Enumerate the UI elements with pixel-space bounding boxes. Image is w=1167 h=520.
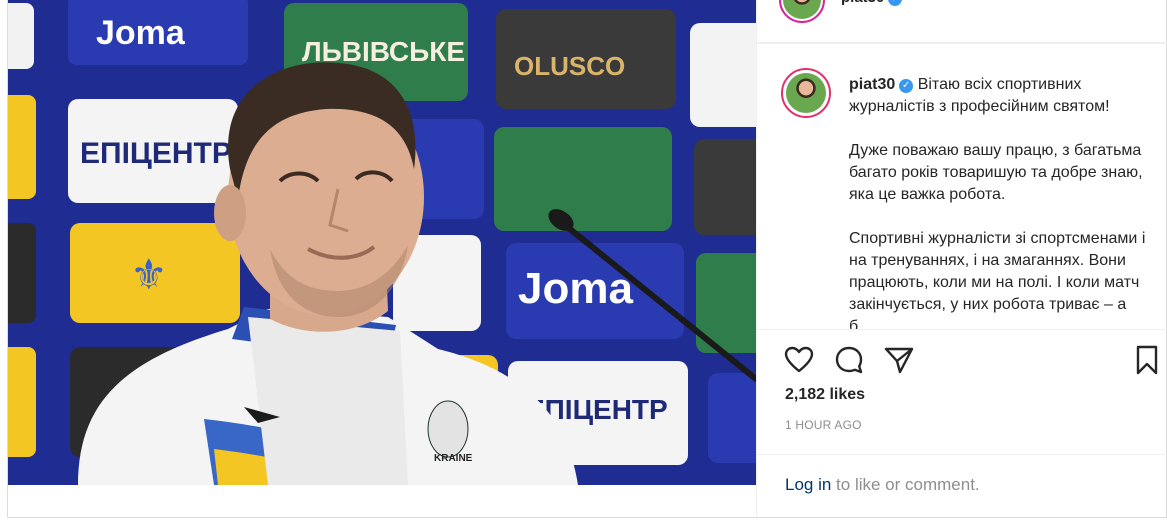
post-header: piat30 ✓ [757,0,1167,43]
share-icon[interactable] [883,344,915,376]
instagram-post: Joma ЛЬВІВСЬКЕ OLUSCO ЕПІЦЕНТР ⚜ Joma ЕП… [7,0,1167,519]
header-username[interactable]: piat30 ✓ [841,0,903,6]
caption-avatar[interactable] [781,68,831,118]
post-timestamp[interactable]: 1 HOUR AGO [785,418,862,432]
login-prompt: Log in to like or comment. [757,454,1167,520]
login-rest-text: to like or comment. [831,475,980,494]
heart-icon[interactable] [783,344,815,376]
caption-area[interactable]: piat30 ✓ Вітаю всіх спортивних журналісті… [757,43,1167,329]
press-conference-image: Joma ЛЬВІВСЬКЕ OLUSCO ЕПІЦЕНТР ⚜ Joma ЕП… [8,0,756,485]
verified-badge-icon: ✓ [888,0,903,6]
login-prompt-text: Log in to like or comment. [785,475,980,495]
sponsor-epicentr-1: ЕПІЦЕНТР [80,137,232,170]
post-photo: Joma ЛЬВІВСЬКЕ OLUSCO ЕПІЦЕНТР ⚜ Joma ЕП… [8,0,756,485]
sponsor-olusco-1: OLUSCO [514,51,625,81]
verified-badge-icon: ✓ [899,79,914,93]
login-link[interactable]: Log in [785,475,831,494]
svg-text:KRAINE: KRAINE [434,453,473,464]
caption-paragraph-1: piat30 ✓ Вітаю всіх спортивних журналісті… [849,74,1149,118]
post-actions: 2,182 likes 1 HOUR AGO Log in to like or… [757,329,1167,519]
post-sidebar: piat30✓ piat30✓ Вітаю всіх спортивних жу… [756,0,1167,519]
header-username-text[interactable]: piat30 [841,0,884,6]
comment-icon[interactable] [833,344,865,376]
bookmark-icon[interactable] [1131,344,1163,376]
caption-paragraph-2: Дуже поважаю вашу працю, з багатьма бага… [849,142,1143,203]
caption-username[interactable]: piat30 [849,76,895,93]
avatar[interactable] [779,0,825,23]
caption-text: piat30 ✓ Вітаю всіх спортивних журналісті… [849,74,1149,329]
sponsor-joma-2: Joma [518,264,633,313]
caption-paragraph-3: Спортивні журналісти зі спортсменами і н… [849,230,1146,329]
svg-text:⚜: ⚜ [130,251,168,298]
sponsor-joma-1: Joma [96,14,186,52]
likes-count[interactable]: 2,182 likes [785,386,865,404]
